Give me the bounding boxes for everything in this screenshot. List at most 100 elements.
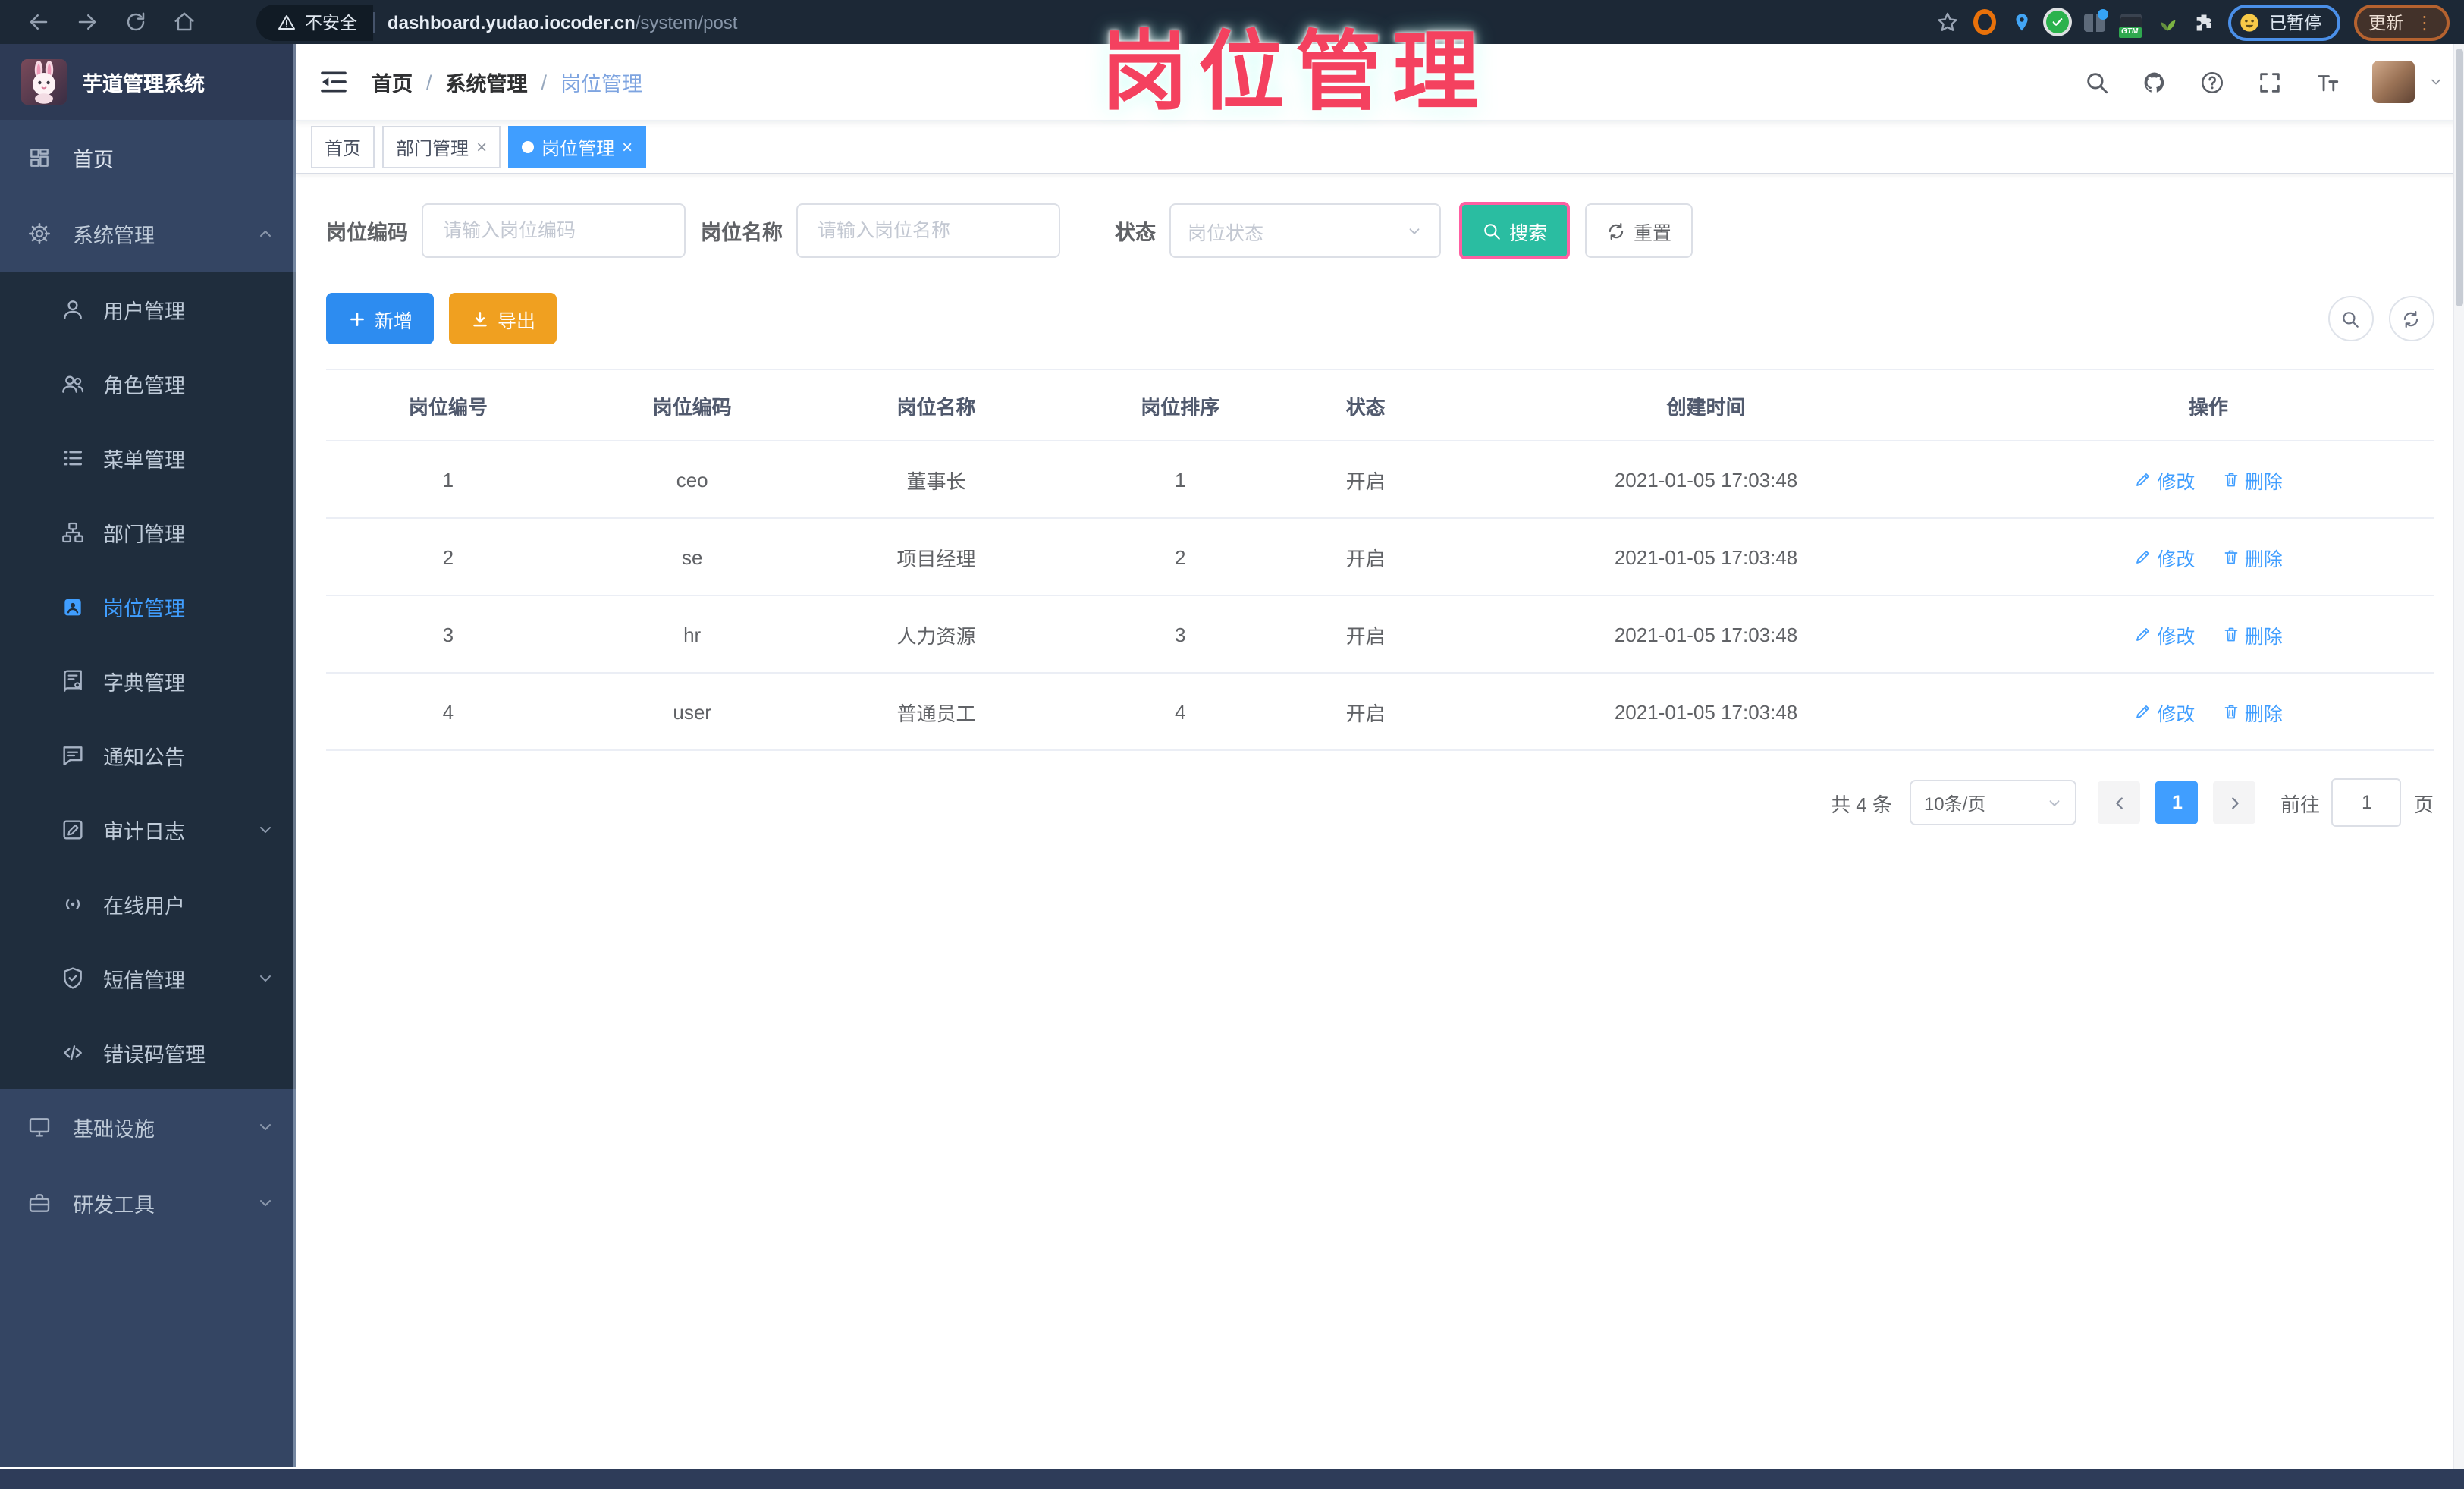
main-area: 首页 / 系统管理 / 岗位管理 首页 部门管理 × 岗位管理 × 岗位编码 请… [296, 44, 2464, 1467]
page-size-select[interactable]: 10条/页 [1910, 780, 2077, 825]
post-code-input[interactable] [440, 218, 667, 243]
hamburger-icon[interactable] [319, 67, 349, 97]
edit-link[interactable]: 修改 [2134, 542, 2195, 571]
breadcrumb-home[interactable]: 首页 [372, 67, 413, 97]
chevron-down-icon [260, 975, 271, 981]
profile-paused-pill[interactable]: 已暂停 [2228, 4, 2340, 40]
sidebar-item-menus[interactable]: 菜单管理 [0, 420, 296, 495]
sidebar-item-label: 角色管理 [103, 374, 185, 397]
extension-pin-icon[interactable] [2010, 11, 2032, 33]
sidebar-item-roles[interactable]: 角色管理 [0, 346, 296, 420]
pencil-icon [2136, 473, 2150, 486]
sidebar-item-error-codes[interactable]: 错误码管理 [0, 1015, 296, 1089]
edit-link[interactable]: 修改 [2134, 465, 2195, 494]
fullscreen-icon[interactable] [2256, 69, 2282, 95]
extensions-puzzle-icon[interactable] [2192, 11, 2214, 33]
github-icon[interactable] [2141, 69, 2167, 95]
prev-page-button[interactable] [2098, 781, 2141, 824]
trash-icon [2224, 705, 2238, 719]
table-header: 岗位编号 岗位编码 岗位名称 岗位排序 状态 创建时间 操作 [326, 369, 2434, 441]
delete-link[interactable]: 删除 [2222, 465, 2283, 494]
delete-link[interactable]: 删除 [2222, 697, 2283, 726]
window-bottom-edge [0, 1468, 2464, 1489]
sidebar-item-devtools[interactable]: 研发工具 [0, 1165, 296, 1241]
sidebar-item-notices[interactable]: 通知公告 [0, 718, 296, 792]
shield-icon [64, 966, 82, 988]
forward-icon[interactable] [76, 11, 99, 33]
extension-check-icon[interactable] [2046, 11, 2069, 33]
delete-link[interactable]: 删除 [2222, 542, 2283, 571]
close-icon[interactable]: × [622, 138, 632, 156]
back-icon[interactable] [27, 11, 50, 33]
sidebar-item-audit-log[interactable]: 审计日志 [0, 792, 296, 866]
edit-link[interactable]: 修改 [2134, 620, 2195, 649]
post-name-input[interactable] [815, 218, 1042, 243]
update-button[interactable]: 更新 ⋮ [2353, 4, 2449, 40]
address-bar[interactable]: dashboard.yudao.iocoder.cn/system/post [388, 11, 737, 33]
add-button[interactable]: 新增 [326, 293, 435, 344]
goto-page-input[interactable] [2331, 778, 2402, 827]
cell-post-code: ceo [570, 441, 815, 519]
reset-button[interactable]: 重置 [1585, 203, 1693, 258]
tab-departments[interactable]: 部门管理 × [382, 126, 501, 168]
sidebar-item-sms[interactable]: 短信管理 [0, 941, 296, 1015]
search-button[interactable]: 搜索 [1459, 202, 1571, 259]
home-icon[interactable] [173, 11, 196, 33]
goto-label: 前往 [2280, 793, 2320, 815]
column-header: 状态 [1302, 369, 1430, 441]
post-code-field[interactable] [422, 203, 686, 258]
monitor-icon [29, 1118, 50, 1137]
post-name-field[interactable] [796, 203, 1060, 258]
extension-leaf-icon[interactable] [2155, 11, 2178, 33]
help-icon[interactable] [2199, 69, 2224, 95]
url-host: dashboard.yudao.iocoder.cn [388, 11, 636, 33]
site-security-chip[interactable]: 不安全 [256, 4, 372, 40]
extension-orange-icon[interactable] [1973, 9, 1996, 35]
sidebar-item-dictionary[interactable]: 字典管理 [0, 643, 296, 718]
avatar[interactable] [2371, 61, 2414, 103]
cell-created-time: 2021-01-05 17:03:48 [1429, 441, 1984, 519]
sidebar-item-posts[interactable]: 岗位管理 [0, 569, 296, 643]
cell-post-sort: 2 [1058, 518, 1303, 596]
tab-home[interactable]: 首页 [311, 126, 375, 168]
browser-actions: GTM 已暂停 更新 ⋮ [1935, 4, 2449, 40]
page-number-current[interactable]: 1 [2155, 781, 2199, 824]
sidebar-item-online-users[interactable]: 在线用户 [0, 866, 296, 941]
search-icon [1484, 223, 1500, 239]
table-header-row: 岗位编号 岗位编码 岗位名称 岗位排序 状态 创建时间 操作 [326, 369, 2434, 441]
sidebar-item-departments[interactable]: 部门管理 [0, 495, 296, 569]
toggle-search-button[interactable] [2327, 296, 2373, 341]
chevron-down-icon [260, 1200, 271, 1206]
breadcrumb-system[interactable]: 系统管理 [446, 67, 528, 97]
tab-posts[interactable]: 岗位管理 × [508, 126, 647, 168]
sidebar-item-label: 首页 [73, 149, 114, 171]
download-icon [473, 311, 487, 326]
edit-link[interactable]: 修改 [2134, 697, 2195, 726]
delete-link[interactable]: 删除 [2222, 620, 2283, 649]
bookmark-star-icon[interactable] [1935, 10, 1960, 34]
extension-gtm-icon[interactable]: GTM [2118, 11, 2142, 37]
reload-icon[interactable] [124, 11, 147, 33]
sidebar-item-home[interactable]: 首页 [0, 120, 296, 196]
app-logo[interactable]: 芋道管理系统 [0, 44, 296, 120]
cell-post-name: 项目经理 [814, 518, 1059, 596]
status-select[interactable]: 岗位状态 [1169, 203, 1441, 258]
refresh-table-button[interactable] [2388, 296, 2434, 341]
scrollbar-thumb[interactable] [2455, 49, 2462, 306]
sidebar-item-users[interactable]: 用户管理 [0, 272, 296, 346]
search-icon[interactable] [2083, 69, 2109, 95]
browser-menu-icon[interactable]: ⋮ [2415, 13, 2434, 31]
column-header: 岗位排序 [1058, 369, 1303, 441]
navbar-actions [2083, 61, 2464, 103]
search-button-label: 搜索 [1509, 222, 1548, 243]
scrollbar[interactable] [2452, 44, 2464, 1468]
export-button[interactable]: 导出 [449, 293, 557, 344]
sidebar-item-infrastructure[interactable]: 基础设施 [0, 1089, 296, 1165]
extension-grid-icon[interactable] [2083, 8, 2108, 33]
app-navbar: 首页 / 系统管理 / 岗位管理 [296, 44, 2464, 121]
next-page-button[interactable] [2213, 781, 2256, 824]
close-icon[interactable]: × [476, 138, 487, 156]
sidebar-item-system[interactable]: 系统管理 [0, 196, 296, 272]
chevron-down-icon[interactable] [2428, 74, 2443, 90]
font-size-icon[interactable] [2314, 69, 2340, 95]
